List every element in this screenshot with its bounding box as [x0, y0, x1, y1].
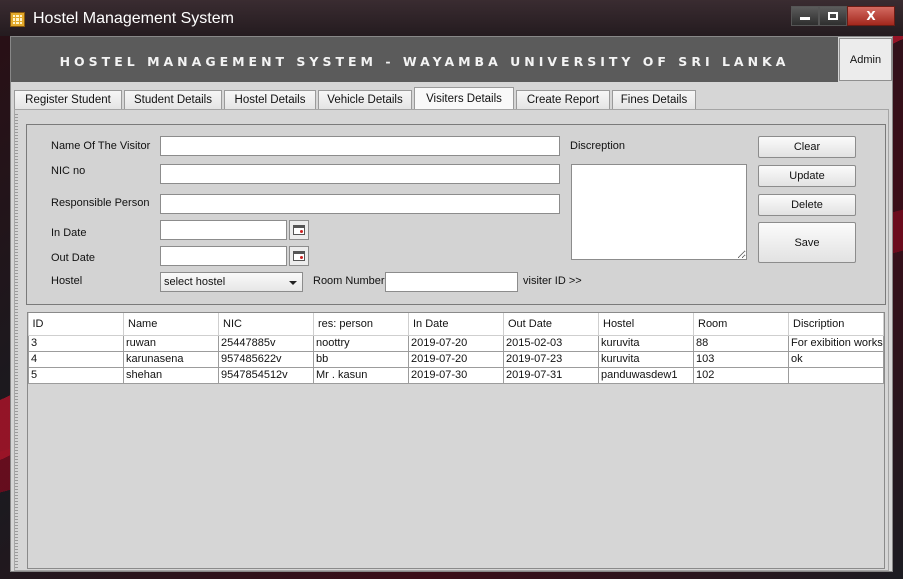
column-header-in-date[interactable]: In Date	[408, 313, 504, 336]
column-header-hostel[interactable]: Hostel	[598, 313, 694, 336]
table-cell[interactable]: For exibition works	[788, 334, 884, 352]
resize-grip[interactable]	[15, 114, 18, 569]
table-cell[interactable]: 25447885v	[218, 334, 314, 352]
table-cell[interactable]	[788, 366, 884, 384]
maximize-button[interactable]	[819, 6, 847, 26]
close-icon: X	[866, 9, 876, 23]
minimize-icon	[800, 17, 810, 20]
window-title: Hostel Management System	[33, 10, 234, 27]
visitor-form: Name Of The Visitor NIC no Responsible P…	[26, 124, 886, 305]
table-cell[interactable]: Mr . kasun	[313, 366, 409, 384]
out-date-input[interactable]	[160, 246, 287, 266]
table-cell[interactable]: ok	[788, 350, 884, 368]
in-date-label: In Date	[51, 227, 87, 239]
clear-button[interactable]: Clear	[758, 136, 856, 158]
room-number-label: Room Number	[313, 275, 385, 287]
column-header-id[interactable]: ID	[28, 313, 124, 336]
out-date-calendar-button[interactable]	[289, 246, 309, 266]
in-date-input[interactable]	[160, 220, 287, 240]
title-bar[interactable]: Hostel Management System X	[0, 0, 903, 36]
description-textarea[interactable]	[571, 164, 747, 260]
visitors-table: ID Name NIC res: person In Date Out Date…	[28, 313, 884, 384]
out-date-label: Out Date	[51, 252, 96, 264]
column-header-out-date[interactable]: Out Date	[503, 313, 599, 336]
column-header-room[interactable]: Room	[693, 313, 789, 336]
table-row[interactable]: 5 shehan 9547854512v Mr . kasun 2019-07-…	[28, 366, 884, 384]
table-cell[interactable]: 5	[28, 366, 124, 384]
table-cell[interactable]: 102	[693, 366, 789, 384]
calendar-icon	[293, 225, 305, 235]
tab-register-student[interactable]: Register Student	[14, 90, 122, 109]
update-button[interactable]: Update	[758, 165, 856, 187]
responsible-person-input[interactable]	[160, 194, 560, 214]
banner-title: HOSTEL MANAGEMENT SYSTEM - WAYAMBA UNIVE…	[59, 54, 790, 69]
header-banner: HOSTEL MANAGEMENT SYSTEM - WAYAMBA UNIVE…	[11, 37, 838, 82]
table-cell[interactable]: ruwan	[123, 334, 219, 352]
table-cell[interactable]: 103	[693, 350, 789, 368]
tab-bar: Register Student Student Details Hostel …	[14, 87, 698, 109]
table-row[interactable]: 4 karunasena 957485622v bb 2019-07-20 20…	[28, 350, 884, 368]
visitors-table-container: ID Name NIC res: person In Date Out Date…	[27, 312, 885, 569]
chevron-down-icon	[289, 281, 297, 285]
visiters-details-panel: Name Of The Visitor NIC no Responsible P…	[14, 109, 889, 571]
tab-visiters-details[interactable]: Visiters Details	[414, 87, 514, 109]
visitor-name-input[interactable]	[160, 136, 560, 156]
table-cell[interactable]: 2019-07-20	[408, 350, 504, 368]
column-header-nic[interactable]: NIC	[218, 313, 314, 336]
table-row[interactable]: 3 ruwan 25447885v noottry 2019-07-20 201…	[28, 334, 884, 352]
hostel-select-value: select hostel	[164, 276, 226, 288]
window-controls: X	[791, 6, 895, 26]
admin-button[interactable]: Admin	[839, 38, 892, 81]
delete-button[interactable]: Delete	[758, 194, 856, 216]
table-cell[interactable]: kuruvita	[598, 350, 694, 368]
tab-student-details[interactable]: Student Details	[124, 90, 222, 109]
table-header-row: ID Name NIC res: person In Date Out Date…	[28, 313, 884, 336]
visitor-id-label: visiter ID >>	[523, 275, 582, 287]
column-header-description[interactable]: Discription	[788, 313, 884, 336]
table-cell[interactable]: 957485622v	[218, 350, 314, 368]
column-header-name[interactable]: Name	[123, 313, 219, 336]
in-date-calendar-button[interactable]	[289, 220, 309, 240]
table-cell[interactable]: karunasena	[123, 350, 219, 368]
tab-create-report[interactable]: Create Report	[516, 90, 610, 109]
tab-hostel-details[interactable]: Hostel Details	[224, 90, 316, 109]
description-label: Discreption	[570, 140, 626, 152]
save-button[interactable]: Save	[758, 222, 856, 263]
nic-input[interactable]	[160, 164, 560, 184]
responsible-person-label: Responsible Person	[51, 197, 150, 209]
table-cell[interactable]: 9547854512v	[218, 366, 314, 384]
close-button[interactable]: X	[847, 6, 895, 26]
table-cell[interactable]: 2019-07-20	[408, 334, 504, 352]
app-icon	[10, 12, 25, 27]
tab-vehicle-details[interactable]: Vehicle Details	[318, 90, 412, 109]
table-cell[interactable]: 3	[28, 334, 124, 352]
table-cell[interactable]: 2019-07-23	[503, 350, 599, 368]
nic-label: NIC no	[51, 165, 86, 177]
main-window-content: HOSTEL MANAGEMENT SYSTEM - WAYAMBA UNIVE…	[10, 36, 893, 572]
table-cell[interactable]: 88	[693, 334, 789, 352]
table-cell[interactable]: 2019-07-30	[408, 366, 504, 384]
table-cell[interactable]: shehan	[123, 366, 219, 384]
calendar-icon	[293, 251, 305, 261]
maximize-icon	[828, 12, 838, 20]
table-cell[interactable]: 2019-07-31	[503, 366, 599, 384]
table-cell[interactable]: panduwasdew1	[598, 366, 694, 384]
hostel-select[interactable]: select hostel	[160, 272, 303, 292]
tab-fines-details[interactable]: Fines Details	[612, 90, 696, 109]
table-cell[interactable]: 2015-02-03	[503, 334, 599, 352]
table-cell[interactable]: kuruvita	[598, 334, 694, 352]
hostel-label: Hostel	[51, 275, 83, 287]
visitor-name-label: Name Of The Visitor	[51, 140, 151, 152]
table-cell[interactable]: 4	[28, 350, 124, 368]
column-header-res-person[interactable]: res: person	[313, 313, 409, 336]
minimize-button[interactable]	[791, 6, 819, 26]
table-cell[interactable]: noottry	[313, 334, 409, 352]
room-number-input[interactable]	[385, 272, 518, 292]
table-cell[interactable]: bb	[313, 350, 409, 368]
